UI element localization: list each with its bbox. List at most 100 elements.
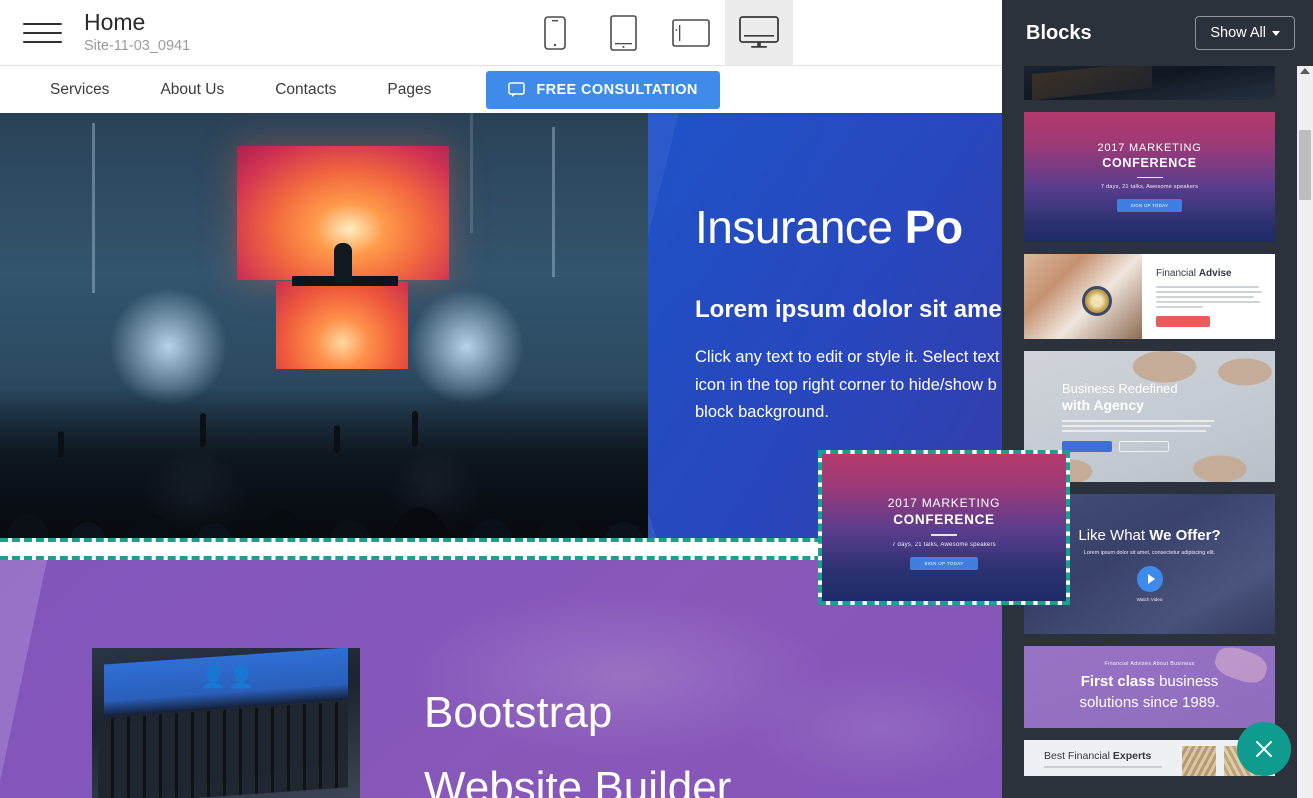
hamburger-bar — [22, 22, 62, 25]
device-preview-switcher — [521, 0, 793, 66]
first-class-line1-rest: business — [1154, 673, 1219, 691]
site-info: Home Site-11-03_0941 — [84, 0, 190, 65]
financial-advise-title-light: Financial — [1156, 268, 1199, 279]
hero2-line2: Website Builder — [424, 762, 732, 798]
mobile-preview-button[interactable] — [521, 0, 589, 66]
block-thumb-financial-advise[interactable]: Financial Advise — [1024, 254, 1275, 339]
first-class-line1: First class business — [1081, 672, 1219, 692]
tablet-portrait-preview-button[interactable] — [589, 0, 657, 66]
wristwatch-photo — [1024, 254, 1142, 339]
placeholder-text-lines — [1062, 420, 1214, 432]
hero-heading: Insurance Po — [695, 201, 1002, 254]
raised-hand — [58, 431, 64, 457]
hero-paragraph-line: block background. — [695, 403, 829, 422]
conference-signup-button: SIGN UP TODAY — [1116, 199, 1183, 213]
editor-toolbar: Home Site-11-03_0941 — [0, 0, 1002, 66]
dragged-subtitle: 7 days, 21 talks, Awesome speakers — [892, 541, 996, 548]
tablet-icon — [609, 15, 637, 51]
monitor-shape — [1032, 66, 1152, 100]
phone-icon — [544, 16, 566, 50]
first-class-line2: solutions since 1989. — [1079, 693, 1220, 711]
free-consultation-label: FREE CONSULTATION — [536, 81, 698, 98]
people-icon: 👤👤 — [200, 666, 257, 689]
page-title: Home — [84, 9, 146, 36]
tablet-landscape-preview-button[interactable] — [657, 0, 725, 66]
hero-paragraph-line: Click any text to edit or style it. Sele… — [695, 347, 1000, 366]
tablet-landscape-icon — [672, 19, 710, 47]
business-agency-body: Business Redefined with Agency — [1062, 381, 1214, 452]
financial-advise-body: Financial Advise — [1142, 254, 1275, 339]
block-thumb-first-class[interactable]: Financial Advises About Business First c… — [1024, 646, 1275, 728]
first-class-kicker: Financial Advises About Business — [1104, 661, 1195, 668]
site-name: Site-11-03_0941 — [84, 37, 191, 54]
hero-heading-light: Insurance — [695, 201, 905, 253]
first-class-line1-bold: First class — [1080, 673, 1155, 691]
crowd-silhouettes — [0, 388, 648, 538]
we-offer-subtitle: Lorem ipsum dolor sit amet, consectetur … — [1083, 549, 1216, 556]
raised-hand — [334, 425, 340, 453]
watch-video-label: Watch Video — [1136, 596, 1163, 602]
show-all-dropdown[interactable]: Show All — [1195, 16, 1295, 50]
blocks-panel-header: Blocks Show All — [1002, 0, 1313, 66]
best-experts-title-light: Best Financial — [1044, 750, 1113, 762]
hamburger-icon[interactable] — [0, 0, 84, 65]
dragged-line2: CONFERENCE — [893, 512, 995, 527]
hamburger-bar — [22, 31, 62, 34]
secondary-button — [1119, 441, 1169, 452]
desktop-preview-button[interactable] — [725, 0, 793, 66]
divider — [931, 534, 957, 536]
stage-screen-small — [276, 281, 408, 369]
best-experts-title: Best Financial Experts — [1044, 750, 1151, 762]
blocks-panel-title: Blocks — [1026, 21, 1092, 44]
financial-advise-button — [1156, 316, 1210, 327]
laptop-keys — [98, 701, 348, 798]
decor-photo — [1182, 746, 1216, 776]
conference-line1: 2017 MARKETING — [1097, 141, 1202, 154]
nav-link-about-us[interactable]: About Us — [160, 81, 224, 99]
chevron-down-icon — [1272, 30, 1280, 36]
hand-shape — [1211, 646, 1271, 688]
divider — [1136, 176, 1163, 179]
dragged-block-ghost[interactable]: 2017 MARKETING CONFERENCE 7 days, 21 tal… — [818, 450, 1070, 605]
blocks-panel: Blocks Show All 2017 MARKETING CONFERENC… — [1002, 0, 1313, 798]
truss-light — [92, 123, 95, 293]
blocks-list[interactable]: 2017 MARKETING CONFERENCE 7 days, 21 tal… — [1002, 66, 1297, 798]
site-navigation: Services About Us Contacts Pages FREE CO… — [0, 66, 1002, 113]
free-consultation-button[interactable]: FREE CONSULTATION — [486, 70, 720, 109]
close-icon — [1256, 741, 1272, 757]
we-offer-title: Like What We Offer? — [1078, 527, 1220, 544]
hero-paragraph-line: icon in the top right corner to hide/sho… — [695, 375, 997, 394]
play-icon — [1136, 565, 1163, 592]
financial-advise-title-bold: Advise — [1198, 268, 1232, 279]
hero-paragraph: Click any text to edit or style it. Sele… — [695, 344, 1002, 427]
we-offer-title-bold: We Offer? — [1149, 526, 1221, 544]
panel-scrollbar[interactable] — [1297, 62, 1313, 798]
show-all-label: Show All — [1210, 25, 1266, 41]
raised-hand — [200, 413, 206, 447]
business-agency-line1: Business Redefined — [1062, 381, 1178, 396]
placeholder-text-lines — [1156, 286, 1263, 308]
scrollbar-thumb[interactable] — [1299, 130, 1311, 200]
best-experts-title-bold: Experts — [1112, 750, 1152, 762]
close-panel-button[interactable] — [1237, 722, 1291, 776]
raised-hand — [412, 411, 418, 447]
hero2-line1: Bootstrap — [424, 688, 613, 737]
desktop-icon — [739, 16, 779, 48]
placeholder-text-line — [1044, 766, 1162, 768]
financial-advise-title: Financial Advise — [1156, 268, 1263, 279]
hero2-text: Bootstrap Website Builder — [424, 676, 731, 798]
truss-light — [552, 127, 555, 277]
block-thumb-conference[interactable]: 2017 MARKETING CONFERENCE 7 days, 21 tal… — [1024, 112, 1275, 242]
laptop-keyboard-photo: 👤👤 — [92, 648, 360, 798]
block-thumb-partial-top[interactable] — [1024, 66, 1275, 100]
business-agency-buttons — [1062, 441, 1214, 452]
hamburger-bar — [22, 40, 62, 43]
nav-link-pages[interactable]: Pages — [387, 81, 431, 99]
nav-link-services[interactable]: Services — [50, 81, 109, 99]
conference-line2: CONFERENCE — [1102, 155, 1197, 170]
app-root: Home Site-11-03_0941 Services About Us C… — [0, 0, 1313, 798]
dragged-signup-button: SIGN UP TODAY — [910, 556, 978, 570]
dragged-line1: 2017 MARKETING — [887, 496, 1001, 510]
we-offer-title-light: Like What — [1078, 526, 1150, 544]
nav-link-contacts[interactable]: Contacts — [275, 81, 336, 99]
